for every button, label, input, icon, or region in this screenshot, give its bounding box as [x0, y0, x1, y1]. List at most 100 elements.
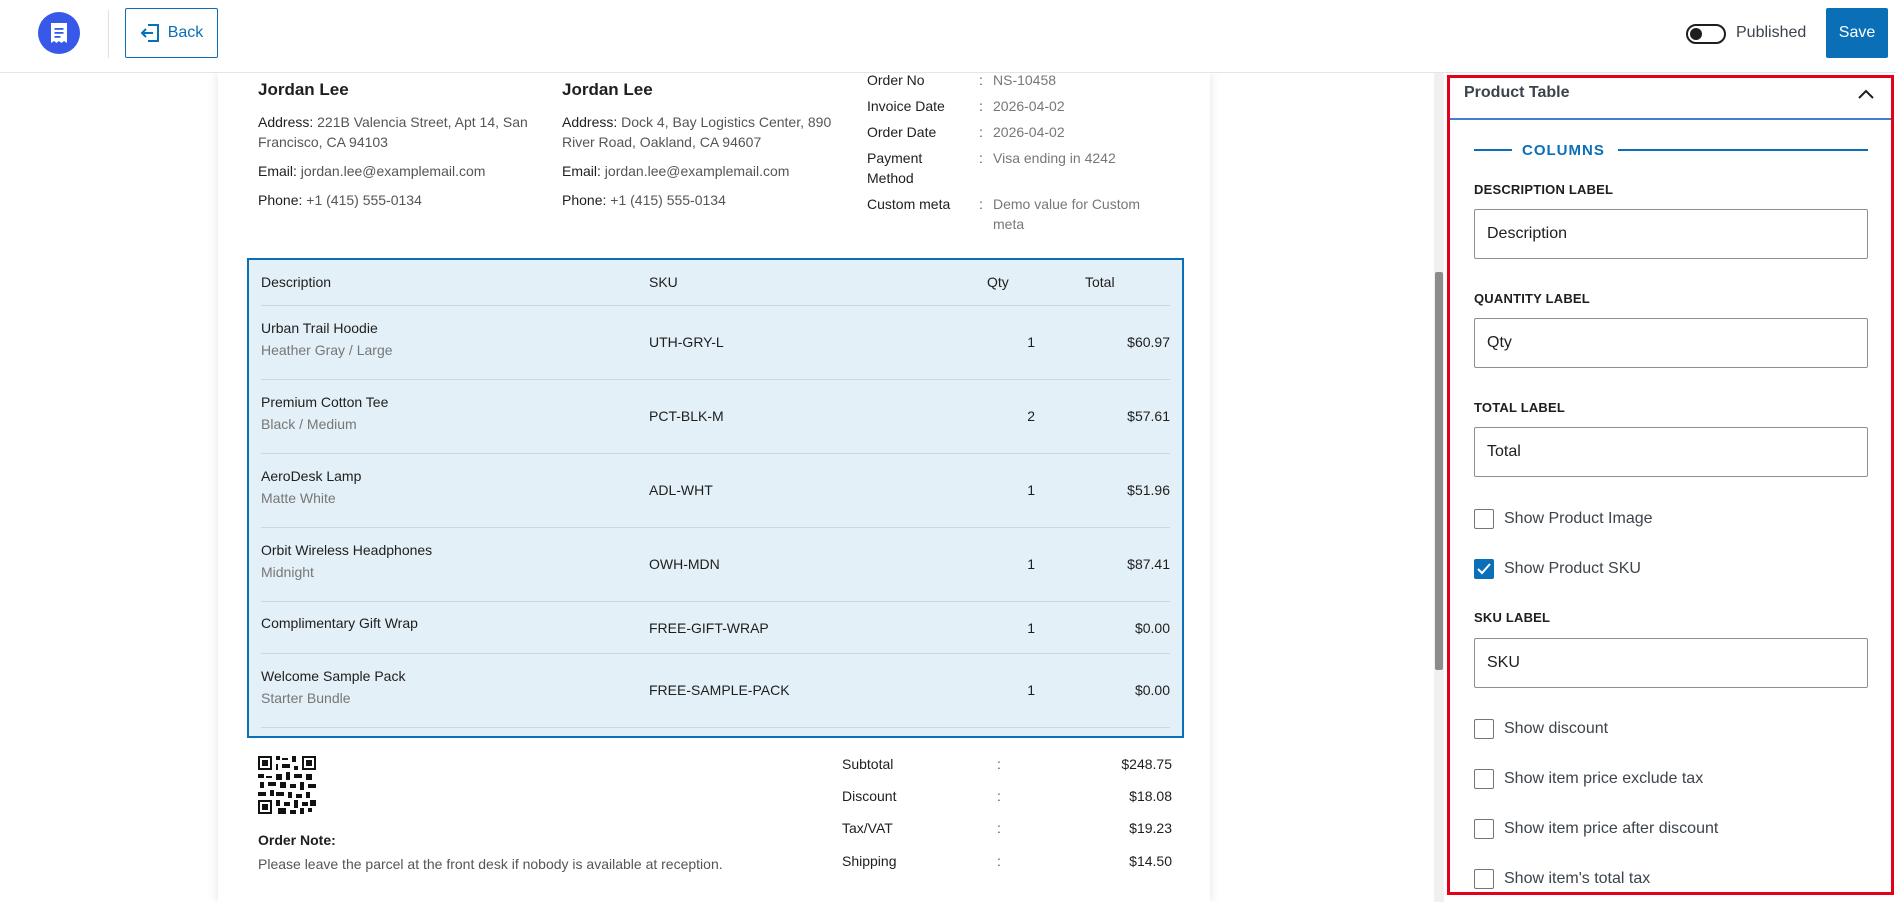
- meta-value: Demo value for Custom meta: [993, 196, 1141, 232]
- back-button[interactable]: Back: [125, 8, 218, 58]
- product-name: Orbit Wireless Headphones: [261, 542, 433, 558]
- product-qty: 2: [1027, 408, 1035, 424]
- show-discount-option[interactable]: Show discount: [1474, 718, 1608, 740]
- header-sku: SKU: [649, 274, 678, 290]
- meta-key: Invoice Date: [867, 98, 945, 114]
- show-item-total-tax-option[interactable]: Show item's total tax: [1474, 868, 1650, 890]
- totals-value: $19.23: [1129, 820, 1172, 836]
- show-product-sku-checkbox[interactable]: [1474, 559, 1494, 579]
- product-total: $57.61: [1127, 408, 1170, 424]
- totals-value: $18.08: [1129, 788, 1172, 804]
- product-sku: ADL-WHT: [649, 482, 713, 498]
- totals-key: Discount: [842, 788, 897, 804]
- quantity-label-input[interactable]: [1474, 318, 1868, 368]
- meta-key: Order Date: [867, 124, 937, 140]
- total-label-input[interactable]: [1474, 427, 1868, 477]
- top-bar: Back Published Save: [0, 0, 1896, 73]
- canvas-scrollbar[interactable]: [1435, 272, 1443, 670]
- columns-section-label: COLUMNS: [1522, 142, 1605, 159]
- header-total: Total: [1085, 274, 1115, 290]
- header-divider: [108, 10, 109, 58]
- header-description: Description: [261, 274, 332, 290]
- totals-key: Shipping: [842, 853, 897, 869]
- totals-row: Discount: $18.08: [842, 788, 1172, 804]
- shipping-phone: +1 (415) 555-0134: [610, 192, 726, 208]
- app-logo-icon[interactable]: [38, 12, 80, 54]
- show-item-total-tax-checkbox[interactable]: [1474, 869, 1494, 889]
- product-qty: 1: [1027, 620, 1035, 636]
- totals-value: $14.50: [1129, 853, 1172, 869]
- show-product-image-option[interactable]: Show Product Image: [1474, 508, 1653, 530]
- product-name: Urban Trail Hoodie: [261, 320, 378, 336]
- total-label-title: TOTAL LABEL: [1474, 400, 1566, 415]
- order-note-title: Order Note:: [258, 832, 336, 848]
- product-variant: Midnight: [261, 564, 314, 580]
- description-label-input[interactable]: [1474, 209, 1868, 259]
- totals-key: Tax/VAT: [842, 820, 893, 836]
- sku-label-input[interactable]: [1474, 638, 1868, 688]
- product-qty: 1: [1027, 334, 1035, 350]
- table-row[interactable]: Welcome Sample Pack Starter Bundle FREE-S…: [261, 654, 1170, 728]
- product-total: $51.96: [1127, 482, 1170, 498]
- meta-row: Payment Method: Visa ending in 4242: [867, 148, 1187, 188]
- checkmark-icon: [1477, 563, 1491, 575]
- show-product-image-label: Show Product Image: [1504, 510, 1653, 527]
- product-total: $0.00: [1134, 682, 1170, 698]
- product-sku: FREE-GIFT-WRAP: [649, 620, 769, 636]
- totals-key: Subtotal: [842, 756, 894, 772]
- qr-code-icon: [258, 756, 316, 814]
- back-label: Back: [167, 24, 204, 41]
- show-price-ex-tax-checkbox[interactable]: [1474, 769, 1494, 789]
- shipping-address-block[interactable]: Jordan Lee Address: Dock 4, Bay Logistic…: [562, 80, 842, 219]
- product-sku: OWH-MDN: [649, 556, 720, 572]
- show-price-after-discount-option[interactable]: Show item price after discount: [1474, 818, 1718, 840]
- show-price-ex-tax-option[interactable]: Show item price exclude tax: [1474, 768, 1703, 790]
- product-variant: Black / Medium: [261, 416, 357, 432]
- product-variant: Heather Gray / Large: [261, 342, 393, 358]
- meta-row: Invoice Date:2026-04-02: [867, 96, 1187, 116]
- product-total: $0.00: [1134, 620, 1170, 636]
- header-qty: Qty: [987, 274, 1009, 290]
- billing-email-label: Email:: [258, 163, 297, 179]
- table-row[interactable]: AeroDesk Lamp Matte White ADL-WHT 1 $51.9…: [261, 454, 1170, 528]
- chevron-up-icon[interactable]: [1855, 84, 1877, 106]
- meta-row: Custom meta: Demo value for Custom meta: [867, 194, 1187, 234]
- sku-label-title: SKU LABEL: [1474, 610, 1551, 625]
- shipping-email: jordan.lee@examplemail.com: [604, 163, 790, 179]
- billing-address-label: Address:: [258, 114, 314, 130]
- product-table[interactable]: Description SKU Qty Total Urban Trail Ho…: [247, 258, 1184, 738]
- totals-value: $248.75: [1121, 756, 1172, 772]
- show-discount-label: Show discount: [1504, 720, 1609, 737]
- meta-value: NS-10458: [993, 72, 1057, 88]
- table-row[interactable]: Orbit Wireless Headphones Midnight OWH-MD…: [261, 528, 1170, 602]
- meta-value: 2026-04-02: [993, 98, 1065, 114]
- published-toggle[interactable]: [1686, 24, 1726, 44]
- product-name: Welcome Sample Pack: [261, 668, 406, 684]
- show-product-image-checkbox[interactable]: [1474, 509, 1494, 529]
- totals-row: Tax/VAT: $19.23: [842, 820, 1172, 836]
- product-name: Complimentary Gift Wrap: [261, 615, 418, 631]
- shipping-phone-label: Phone:: [562, 192, 607, 208]
- product-variant: Starter Bundle: [261, 690, 351, 706]
- product-sku: PCT-BLK-M: [649, 408, 724, 424]
- show-product-sku-option[interactable]: Show Product SKU: [1474, 558, 1641, 580]
- billing-phone: +1 (415) 555-0134: [306, 192, 422, 208]
- shipping-email-label: Email:: [562, 163, 601, 179]
- table-row[interactable]: Urban Trail Hoodie Heather Gray / Large U…: [261, 306, 1170, 380]
- product-sku: FREE-SAMPLE-PACK: [649, 682, 790, 698]
- order-meta-block[interactable]: Order No: NS-10458 Invoice Date:2026-04-0…: [867, 70, 1187, 240]
- columns-section-title: COLUMNS: [1474, 140, 1868, 160]
- billing-name: Jordan Lee: [258, 80, 349, 99]
- show-price-after-discount-checkbox[interactable]: [1474, 819, 1494, 839]
- table-row[interactable]: Premium Cotton Tee Black / Medium PCT-BLK…: [261, 380, 1170, 454]
- meta-key: Payment Method: [867, 150, 923, 186]
- show-price-ex-tax-label: Show item price exclude tax: [1504, 770, 1704, 787]
- meta-value: 2026-04-02: [993, 124, 1065, 140]
- panel-title: Product Table: [1464, 84, 1570, 101]
- table-row[interactable]: Complimentary Gift Wrap FREE-GIFT-WRAP 1…: [261, 602, 1170, 654]
- meta-key: Custom meta: [867, 196, 951, 212]
- save-button[interactable]: Save: [1826, 8, 1888, 58]
- billing-address-block[interactable]: Jordan Lee Address: 221B Valencia Street…: [258, 80, 538, 219]
- show-discount-checkbox[interactable]: [1474, 719, 1494, 739]
- product-table-panel-header[interactable]: Product Table: [1450, 78, 1891, 120]
